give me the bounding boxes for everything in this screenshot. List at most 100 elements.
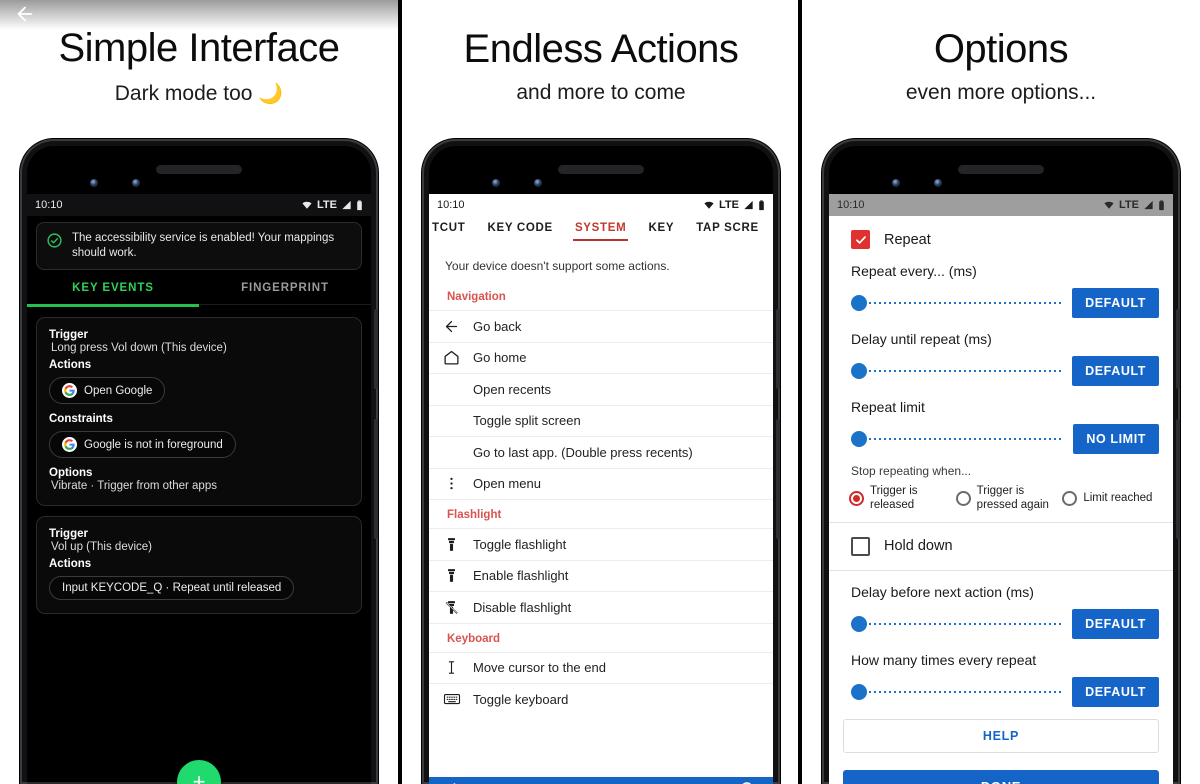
flashlight-icon: [443, 567, 473, 584]
slider-delay-before-next-action[interactable]: [851, 615, 1063, 632]
mapping-card-2[interactable]: Trigger Vol up (This device) Actions Inp…: [36, 516, 362, 615]
page-subtitle-text: Dark mode too: [114, 82, 253, 105]
radio-limit-reached[interactable]: Limit reached: [1062, 485, 1165, 513]
power-button[interactable]: [776, 419, 780, 539]
page-title: Simple Interface: [58, 26, 340, 70]
tab-bar-dark: KEY EVENTS FINGERPRINT: [27, 282, 371, 304]
done-button[interactable]: DONE: [843, 770, 1159, 784]
trigger-label: Trigger: [49, 329, 88, 342]
list-item-label: Toggle flashlight: [473, 536, 567, 552]
list-item[interactable]: Toggle split screen: [429, 404, 773, 437]
volume-button[interactable]: [776, 309, 780, 389]
status-indicators: LTE: [703, 199, 765, 211]
list-item[interactable]: Open recents: [429, 373, 773, 405]
tab-system[interactable]: SYSTEM: [564, 216, 638, 241]
no-limit-button[interactable]: NO LIMIT: [1073, 424, 1159, 454]
search-icon[interactable]: [739, 780, 757, 784]
default-button-repeat-every[interactable]: DEFAULT: [1072, 288, 1159, 318]
flashlight-icon: [443, 536, 473, 553]
google-logo-icon: [62, 437, 77, 453]
bottom-app-bar-2: [429, 777, 773, 784]
hold-down-checkbox-label: Hold down: [884, 538, 953, 555]
front-camera-icon: [892, 179, 900, 187]
checkbox-unchecked-icon[interactable]: [851, 536, 870, 556]
action-chip-open-google[interactable]: Open Google: [49, 377, 166, 405]
slider-thumb[interactable]: [851, 615, 867, 632]
phone-mockup-1: 10:10 LTE The accessibility service is e…: [20, 139, 378, 784]
list-item[interactable]: Go to last app. (Double press recents): [429, 436, 773, 468]
volume-button[interactable]: [374, 309, 378, 389]
slider-label-repeat-every: Repeat every... (ms): [851, 263, 977, 279]
mapping-card-1[interactable]: Trigger Long press Vol down (This device…: [36, 317, 362, 507]
radio-trigger-pressed-again[interactable]: Trigger is pressed again: [955, 485, 1059, 513]
list-item[interactable]: Go back: [429, 310, 773, 342]
front-camera-icon: [492, 179, 500, 187]
slider-thumb[interactable]: [851, 295, 867, 311]
tab-key[interactable]: KEY: [637, 216, 685, 234]
tab-key-events[interactable]: KEY EVENTS: [27, 282, 199, 304]
slider-label-delay-until-repeat: Delay until repeat (ms): [851, 331, 992, 347]
list-item[interactable]: Move cursor to the end: [429, 651, 773, 684]
slider-thumb[interactable]: [851, 431, 867, 447]
slider-row-repeat-every: DEFAULT: [829, 288, 1173, 318]
list-item-label: Disable flashlight: [473, 599, 572, 615]
power-button[interactable]: [1176, 419, 1180, 539]
radio-unselected-icon[interactable]: [955, 491, 971, 507]
page-subtitle: Dark mode too 🌙: [0, 81, 398, 106]
list-item[interactable]: Open menu: [429, 467, 773, 500]
arrow-left-icon[interactable]: [445, 780, 464, 784]
slider-label-repeat-limit: Repeat limit: [851, 399, 925, 415]
earpiece-icon: [958, 165, 1044, 174]
tab-tap-screen[interactable]: TAP SCRE: [685, 216, 770, 234]
default-button-delay-before-next-action[interactable]: DEFAULT: [1072, 608, 1159, 639]
action-chip-label: Input KEYCODE_Q · Repeat until released: [62, 582, 282, 595]
dots-vertical-icon: [443, 475, 473, 492]
slider-repeat-limit[interactable]: [851, 431, 1064, 447]
radio-unselected-icon[interactable]: [1062, 491, 1078, 507]
tab-key-code[interactable]: KEY CODE: [476, 216, 563, 234]
panel-simple-interface: Simple Interface Dark mode too 🌙 10:10 L…: [0, 0, 398, 784]
list-item[interactable]: Toggle keyboard: [429, 683, 773, 715]
repeat-checkbox-row[interactable]: Repeat: [829, 216, 1173, 263]
slider-thumb[interactable]: [851, 363, 867, 379]
constraint-chip-label: Google is not in foreground: [84, 438, 223, 451]
help-button[interactable]: HELP: [843, 718, 1159, 753]
slider-how-many-times[interactable]: [851, 683, 1063, 700]
default-button-how-many-times[interactable]: DEFAULT: [1072, 676, 1159, 707]
radio-trigger-released[interactable]: Trigger is released: [849, 485, 952, 513]
tab-tcut[interactable]: TCUT: [429, 216, 476, 234]
checkbox-checked-icon[interactable]: [851, 230, 870, 249]
power-button[interactable]: [374, 419, 378, 539]
volume-button[interactable]: [1176, 309, 1180, 389]
actions-label: Actions: [49, 558, 92, 571]
flashlight-off-icon: [443, 599, 473, 616]
slider-repeat-every[interactable]: [851, 295, 1063, 311]
signal-icon: [1144, 200, 1153, 210]
home-icon: [443, 349, 473, 366]
hold-down-checkbox-row[interactable]: Hold down: [829, 523, 1173, 570]
battery-icon: [1159, 199, 1164, 210]
signal-icon: [744, 200, 753, 210]
default-button-delay-until-repeat[interactable]: DEFAULT: [1072, 356, 1159, 386]
action-chip-keycode-q[interactable]: Input KEYCODE_Q · Repeat until released: [49, 576, 295, 601]
list-item[interactable]: Toggle flashlight: [429, 528, 773, 560]
repeat-checkbox-label: Repeat: [884, 231, 931, 248]
slider-delay-until-repeat[interactable]: [851, 363, 1063, 379]
battery-icon: [759, 199, 764, 210]
status-indicators: LTE: [1103, 199, 1165, 211]
list-item[interactable]: Go home: [429, 341, 773, 374]
list-item[interactable]: Disable flashlight: [429, 591, 773, 623]
tab-fingerprint[interactable]: FINGERPRINT: [199, 282, 371, 304]
constraint-chip-google-foreground[interactable]: Google is not in foreground: [49, 431, 236, 459]
list-item[interactable]: Enable flashlight: [429, 559, 773, 592]
radio-selected-icon[interactable]: [849, 491, 864, 507]
slider-thumb[interactable]: [851, 683, 867, 700]
phone-screen-1: 10:10 LTE The accessibility service is e…: [27, 194, 371, 784]
add-mapping-fab[interactable]: +: [177, 760, 221, 784]
section-keyboard-header: Keyboard: [429, 622, 773, 652]
back-arrow-icon[interactable]: [12, 3, 38, 25]
slider-row-delay-before-next-action: DEFAULT: [829, 608, 1173, 639]
section-navigation-header: Navigation: [447, 291, 506, 303]
tab-indicator-row: [27, 304, 371, 308]
phone-screen-2: 10:10 LTE TCUT KEY CODE SYSTEM KEY TAP S…: [429, 194, 773, 784]
